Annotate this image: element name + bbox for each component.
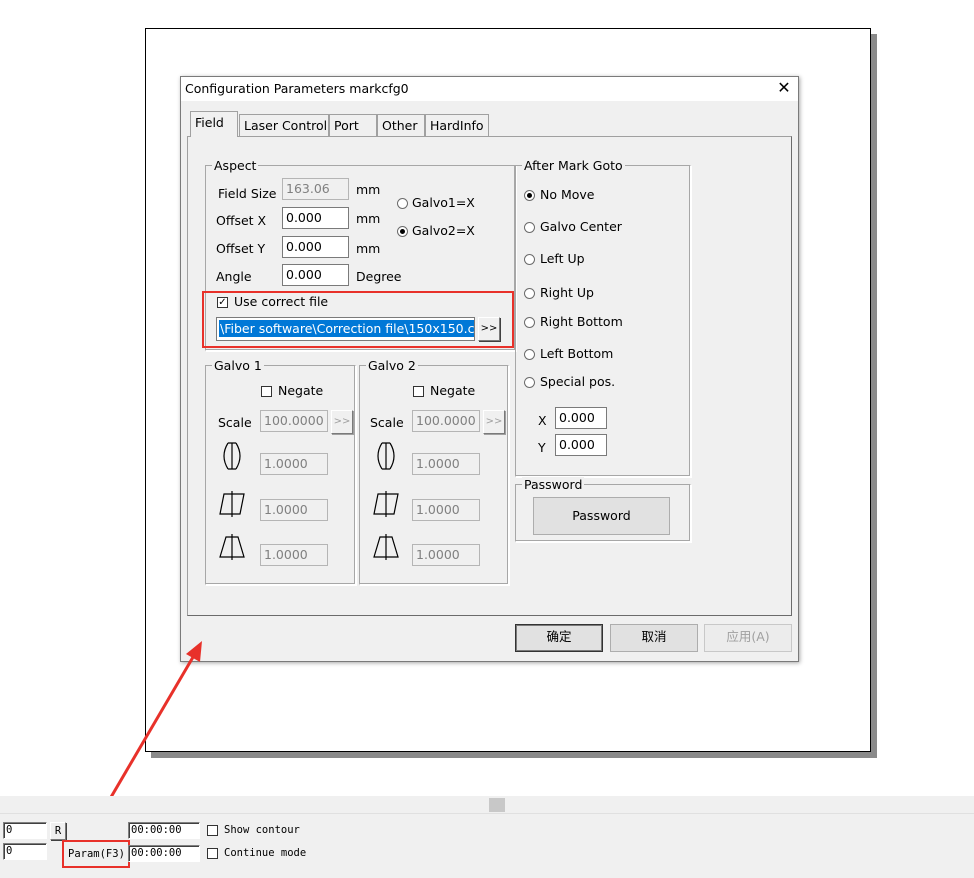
status-field-2[interactable]: 0 [3,843,47,860]
horizontal-scrollbar[interactable] [0,796,974,814]
status-time-1: 00:00:00 [128,822,200,839]
scrollbar-thumb[interactable] [489,798,505,812]
show-contour-checkbox[interactable] [207,825,218,836]
status-field-1[interactable]: 0 [3,822,47,839]
tab-field-label: Field [195,115,224,130]
r-button[interactable]: R [50,822,66,840]
status-bar: 0 0 R Param(F3) 00:00:00 00:00:00 Show c… [0,796,974,878]
status-time-2: 00:00:00 [128,845,200,862]
continue-mode-checkbox[interactable] [207,848,218,859]
show-contour-label: Show contour [224,824,300,836]
annotation-arrow [88,641,202,834]
tab-field[interactable]: Field [190,111,238,137]
param-button[interactable]: Param(F3) [68,848,125,860]
continue-mode-label: Continue mode [224,847,307,859]
